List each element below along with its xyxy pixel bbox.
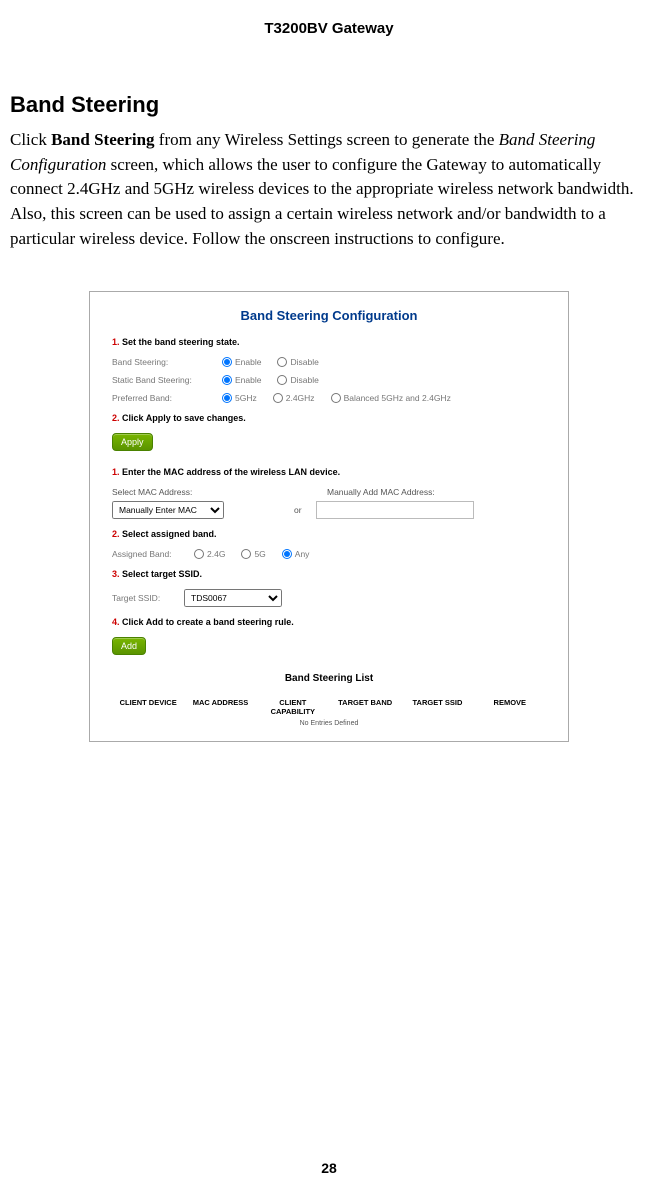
no-entries-text: No Entries Defined	[112, 720, 546, 727]
static-enable-radio[interactable]	[222, 375, 232, 385]
option-label: Disable	[290, 357, 318, 367]
pref-24ghz-radio[interactable]	[273, 393, 283, 403]
band-steering-row: Band Steering: Enable Disable	[112, 357, 546, 367]
pref-balanced-option[interactable]: Balanced 5GHz and 2.4GHz	[331, 393, 451, 403]
apply-button[interactable]: Apply	[112, 433, 153, 451]
mac-labels-row: Select MAC Address: Manually Add MAC Add…	[112, 487, 546, 497]
band-steering-disable-radio[interactable]	[277, 357, 287, 367]
config-panel: Band Steering Configuration 1. Set the b…	[89, 291, 569, 742]
col-client-device: CLIENT DEVICE	[112, 698, 184, 716]
step-text: Set the band steering state.	[120, 337, 240, 347]
step-text: Select assigned band.	[120, 529, 217, 539]
option-label: 2.4G	[207, 549, 225, 559]
panel-title: Band Steering Configuration	[112, 308, 546, 323]
option-label: Disable	[290, 375, 318, 385]
step-a1-heading: 1. Enter the MAC address of the wireless…	[112, 467, 546, 477]
option-label: Enable	[235, 357, 261, 367]
step-text: Click Add to create a band steering rule…	[120, 617, 294, 627]
target-ssid-label: Target SSID:	[112, 593, 184, 603]
assigned-band-row: Assigned Band: 2.4G 5G Any	[112, 549, 546, 559]
mac-manual-label: Manually Add MAC Address:	[327, 487, 435, 497]
option-label: 5GHz	[235, 393, 257, 403]
assigned-band-label: Assigned Band:	[112, 549, 194, 559]
col-target-band: TARGET BAND	[329, 698, 401, 716]
option-label: Enable	[235, 375, 261, 385]
document-header: T3200BV Gateway	[10, 20, 648, 37]
step-number: 2.	[112, 413, 120, 423]
col-target-ssid: TARGET SSID	[401, 698, 473, 716]
para-text: Click	[10, 130, 51, 149]
option-label: 5G	[254, 549, 265, 559]
option-label: Any	[295, 549, 310, 559]
target-ssid-row: Target SSID: TDS0067	[112, 589, 546, 607]
add-button[interactable]: Add	[112, 637, 146, 655]
para-bold: Band Steering	[51, 130, 154, 149]
col-mac-address: MAC ADDRESS	[184, 698, 256, 716]
assigned-any-radio[interactable]	[282, 549, 292, 559]
target-ssid-select[interactable]: TDS0067	[184, 589, 282, 607]
assigned-any-option[interactable]: Any	[282, 549, 310, 559]
step-number: 2.	[112, 529, 120, 539]
mac-input-row: Manually Enter MAC or	[112, 501, 546, 519]
step-text: Select target SSID.	[120, 569, 203, 579]
preferred-band-row: Preferred Band: 5GHz 2.4GHz Balanced 5GH…	[112, 393, 546, 403]
band-steering-label: Band Steering:	[112, 357, 222, 367]
static-band-steering-row: Static Band Steering: Enable Disable	[112, 375, 546, 385]
assigned-5g-option[interactable]: 5G	[241, 549, 265, 559]
step-number: 4.	[112, 617, 120, 627]
preferred-band-label: Preferred Band:	[112, 393, 222, 403]
step-text: Enter the MAC address of the wireless LA…	[120, 467, 341, 477]
assigned-5g-radio[interactable]	[241, 549, 251, 559]
assigned-24g-option[interactable]: 2.4G	[194, 549, 225, 559]
static-disable-radio[interactable]	[277, 375, 287, 385]
step-number: 3.	[112, 569, 120, 579]
pref-balanced-radio[interactable]	[331, 393, 341, 403]
col-client-capability: CLIENT CAPABILITY	[257, 698, 329, 716]
static-band-steering-label: Static Band Steering:	[112, 375, 222, 385]
section-paragraph: Click Band Steering from any Wireless Se…	[10, 128, 648, 251]
band-steering-list-title: Band Steering List	[112, 673, 546, 684]
band-steering-enable-option[interactable]: Enable	[222, 357, 261, 367]
option-label: 2.4GHz	[286, 393, 315, 403]
list-header-row: CLIENT DEVICE MAC ADDRESS CLIENT CAPABIL…	[112, 698, 546, 716]
step-1-heading: 1. Set the band steering state.	[112, 337, 546, 347]
mac-manual-input[interactable]	[316, 501, 474, 519]
step-text: Click Apply to save changes.	[120, 413, 246, 423]
para-text: from any Wireless Settings screen to gen…	[155, 130, 499, 149]
step-a4-heading: 4. Click Add to create a band steering r…	[112, 617, 546, 627]
step-a3-heading: 3. Select target SSID.	[112, 569, 546, 579]
pref-5ghz-radio[interactable]	[222, 393, 232, 403]
pref-5ghz-option[interactable]: 5GHz	[222, 393, 257, 403]
static-disable-option[interactable]: Disable	[277, 375, 318, 385]
pref-24ghz-option[interactable]: 2.4GHz	[273, 393, 315, 403]
section-heading: Band Steering	[10, 92, 648, 118]
band-steering-disable-option[interactable]: Disable	[277, 357, 318, 367]
step-number: 1.	[112, 337, 120, 347]
option-label: Balanced 5GHz and 2.4GHz	[344, 393, 451, 403]
mac-or-text: or	[294, 505, 302, 515]
band-steering-enable-radio[interactable]	[222, 357, 232, 367]
step-2-heading: 2. Click Apply to save changes.	[112, 413, 546, 423]
assigned-24g-radio[interactable]	[194, 549, 204, 559]
mac-select-label: Select MAC Address:	[112, 487, 327, 497]
mac-select[interactable]: Manually Enter MAC	[112, 501, 224, 519]
step-a2-heading: 2. Select assigned band.	[112, 529, 546, 539]
static-enable-option[interactable]: Enable	[222, 375, 261, 385]
col-remove: REMOVE	[474, 698, 546, 716]
page-number: 28	[0, 1160, 658, 1176]
step-number: 1.	[112, 467, 120, 477]
